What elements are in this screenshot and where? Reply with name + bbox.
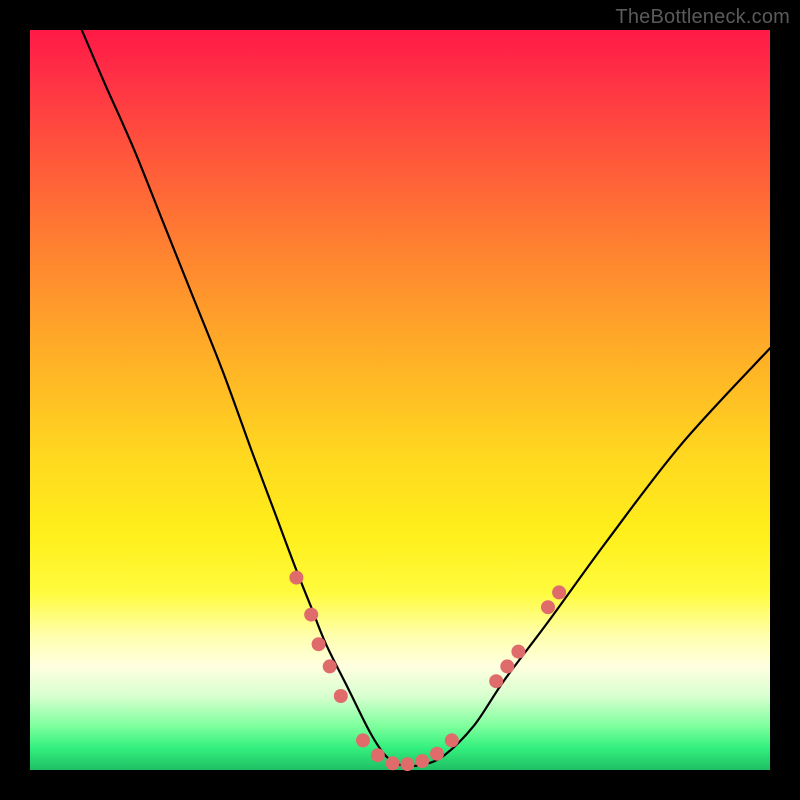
watermark-text: TheBottleneck.com <box>615 6 790 29</box>
curve-marker <box>552 585 566 599</box>
curve-marker <box>304 608 318 622</box>
curve-marker <box>500 659 514 673</box>
plot-area <box>30 30 770 770</box>
curve-marker <box>289 571 303 585</box>
curve-marker <box>386 756 400 770</box>
curve-marker <box>489 674 503 688</box>
curve-marker <box>415 754 429 768</box>
curve-marker <box>400 757 414 771</box>
curve-marker <box>356 733 370 747</box>
chart-frame: TheBottleneck.com <box>0 0 800 800</box>
curve-marker <box>511 645 525 659</box>
marker-group <box>289 571 566 772</box>
curve-marker <box>445 733 459 747</box>
curve-marker <box>430 747 444 761</box>
curve-marker <box>541 600 555 614</box>
curve-marker <box>312 637 326 651</box>
curve-marker <box>334 689 348 703</box>
curve-marker <box>371 748 385 762</box>
bottleneck-curve <box>82 30 770 766</box>
curve-marker <box>323 659 337 673</box>
curve-layer <box>30 30 770 770</box>
